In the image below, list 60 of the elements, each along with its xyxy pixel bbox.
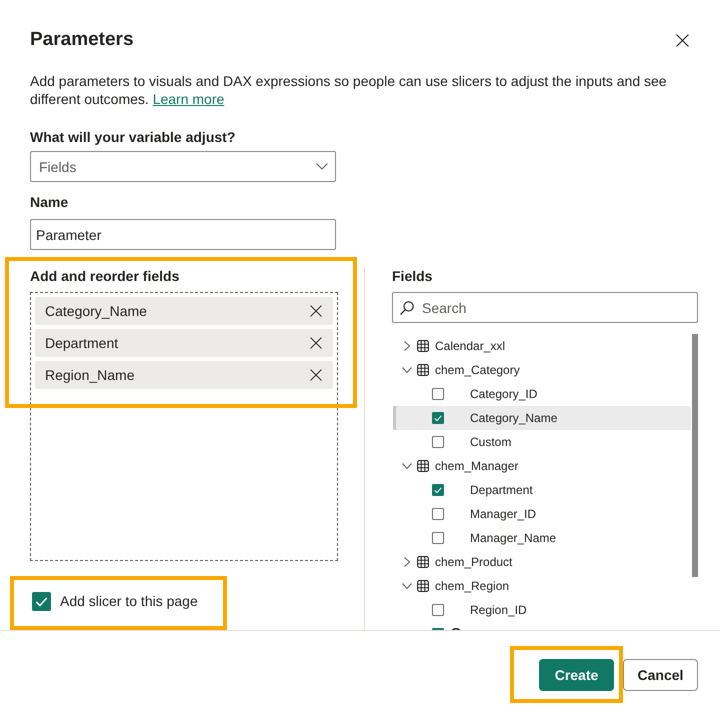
field-name: Custom <box>470 435 512 449</box>
learn-more-link[interactable]: Learn more <box>152 91 224 107</box>
table-icon <box>417 580 429 592</box>
cancel-button[interactable]: Cancel <box>623 659 698 691</box>
chevron-down-icon[interactable] <box>402 583 412 589</box>
close-icon[interactable] <box>310 305 322 317</box>
create-button[interactable]: Create <box>539 659 614 691</box>
field-row[interactable]: Custom <box>393 430 691 454</box>
text-input[interactable]: Parameter <box>30 219 336 250</box>
table-icon <box>417 364 429 376</box>
table-name: chem_Product <box>435 555 512 569</box>
dialog-title: Parameters <box>30 28 134 52</box>
field-row[interactable]: Category_ID <box>393 382 691 406</box>
checkbox[interactable] <box>432 388 444 400</box>
field-chip[interactable]: Department <box>35 329 333 357</box>
table-name: chem_Category <box>435 363 520 377</box>
chevron-down-icon[interactable] <box>402 463 412 469</box>
table-icon <box>417 340 429 352</box>
checkbox[interactable] <box>432 484 444 496</box>
field-chip[interactable]: Category_Name <box>35 297 333 325</box>
description-text: Add parameters to visuals and DAX expressions so people can use slicers to adjust the inputs and see different outcomes. Learn more <box>30 72 668 108</box>
checkbox[interactable] <box>432 436 444 448</box>
field-name: Manager_Name <box>470 531 556 545</box>
chevron-down-icon[interactable] <box>402 367 412 373</box>
field-label: What will your variable adjust? <box>30 128 236 146</box>
table-name: chem_Region <box>435 579 510 593</box>
chevron-down-icon <box>316 163 328 170</box>
section-label: Add and reorder fields <box>30 267 180 285</box>
field-chip[interactable]: Region_Name <box>35 361 333 389</box>
scrollbar-thumb[interactable] <box>692 334 698 577</box>
field-name: Category_Name <box>470 411 558 425</box>
field-name: Region_ID <box>470 603 527 617</box>
checkbox[interactable] <box>432 604 444 616</box>
table-icon <box>417 460 429 472</box>
checkbox[interactable] <box>432 532 444 544</box>
table-name: chem_Manager <box>435 459 518 473</box>
field-name: Category_ID <box>470 387 538 401</box>
table-icon <box>417 556 429 568</box>
chevron-right-icon[interactable] <box>404 341 410 351</box>
close-icon[interactable] <box>310 337 322 349</box>
field-name: Department <box>470 483 533 497</box>
field-row[interactable]: Manager_ID <box>393 502 691 526</box>
checkbox-label: Add slicer to this page <box>60 593 198 609</box>
section-label: Fields <box>392 267 432 285</box>
close-icon[interactable] <box>676 34 689 46</box>
table-name: Calendar_xxl <box>435 339 506 353</box>
search-icon <box>400 301 414 315</box>
field-label: Name <box>30 193 68 211</box>
checkbox[interactable] <box>432 508 444 520</box>
checkbox[interactable] <box>32 592 51 610</box>
search-field[interactable]: Search <box>392 292 698 323</box>
field-row[interactable]: Category_Name <box>393 406 691 430</box>
checkbox[interactable] <box>432 412 444 424</box>
chevron-right-icon[interactable] <box>404 557 410 567</box>
close-icon[interactable] <box>310 369 322 381</box>
field-row[interactable]: Manager_Name <box>393 526 691 550</box>
field-row[interactable]: Department <box>393 478 691 502</box>
field-row[interactable]: Region_ID <box>393 598 691 622</box>
field-name: Manager_ID <box>470 507 536 521</box>
dropdown[interactable]: Fields <box>30 151 336 182</box>
